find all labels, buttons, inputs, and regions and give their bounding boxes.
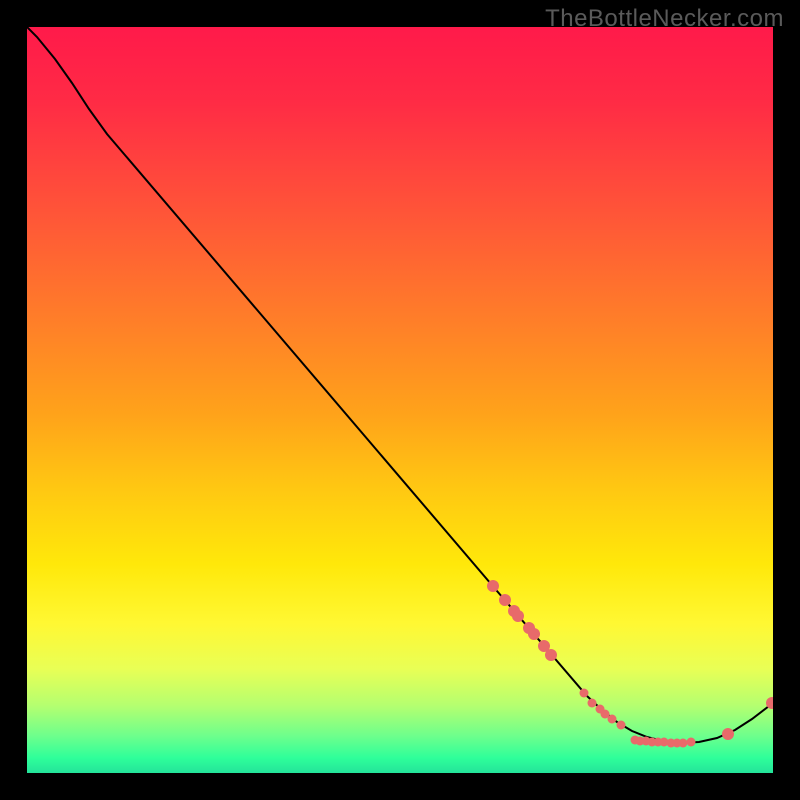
bottleneck-curve xyxy=(27,27,773,743)
data-marker xyxy=(588,699,597,708)
chart-overlay xyxy=(27,27,773,773)
data-marker xyxy=(499,594,511,606)
data-marker xyxy=(545,649,557,661)
data-marker xyxy=(608,715,617,724)
data-marker xyxy=(722,728,734,740)
data-markers xyxy=(487,580,773,748)
data-marker xyxy=(617,721,626,730)
data-marker xyxy=(580,689,589,698)
data-marker xyxy=(528,628,540,640)
data-marker xyxy=(687,738,696,747)
data-marker xyxy=(512,610,524,622)
data-marker xyxy=(679,739,688,748)
data-marker xyxy=(487,580,499,592)
watermark-text: TheBottleNecker.com xyxy=(545,5,784,33)
chart-plot-area xyxy=(27,27,773,773)
